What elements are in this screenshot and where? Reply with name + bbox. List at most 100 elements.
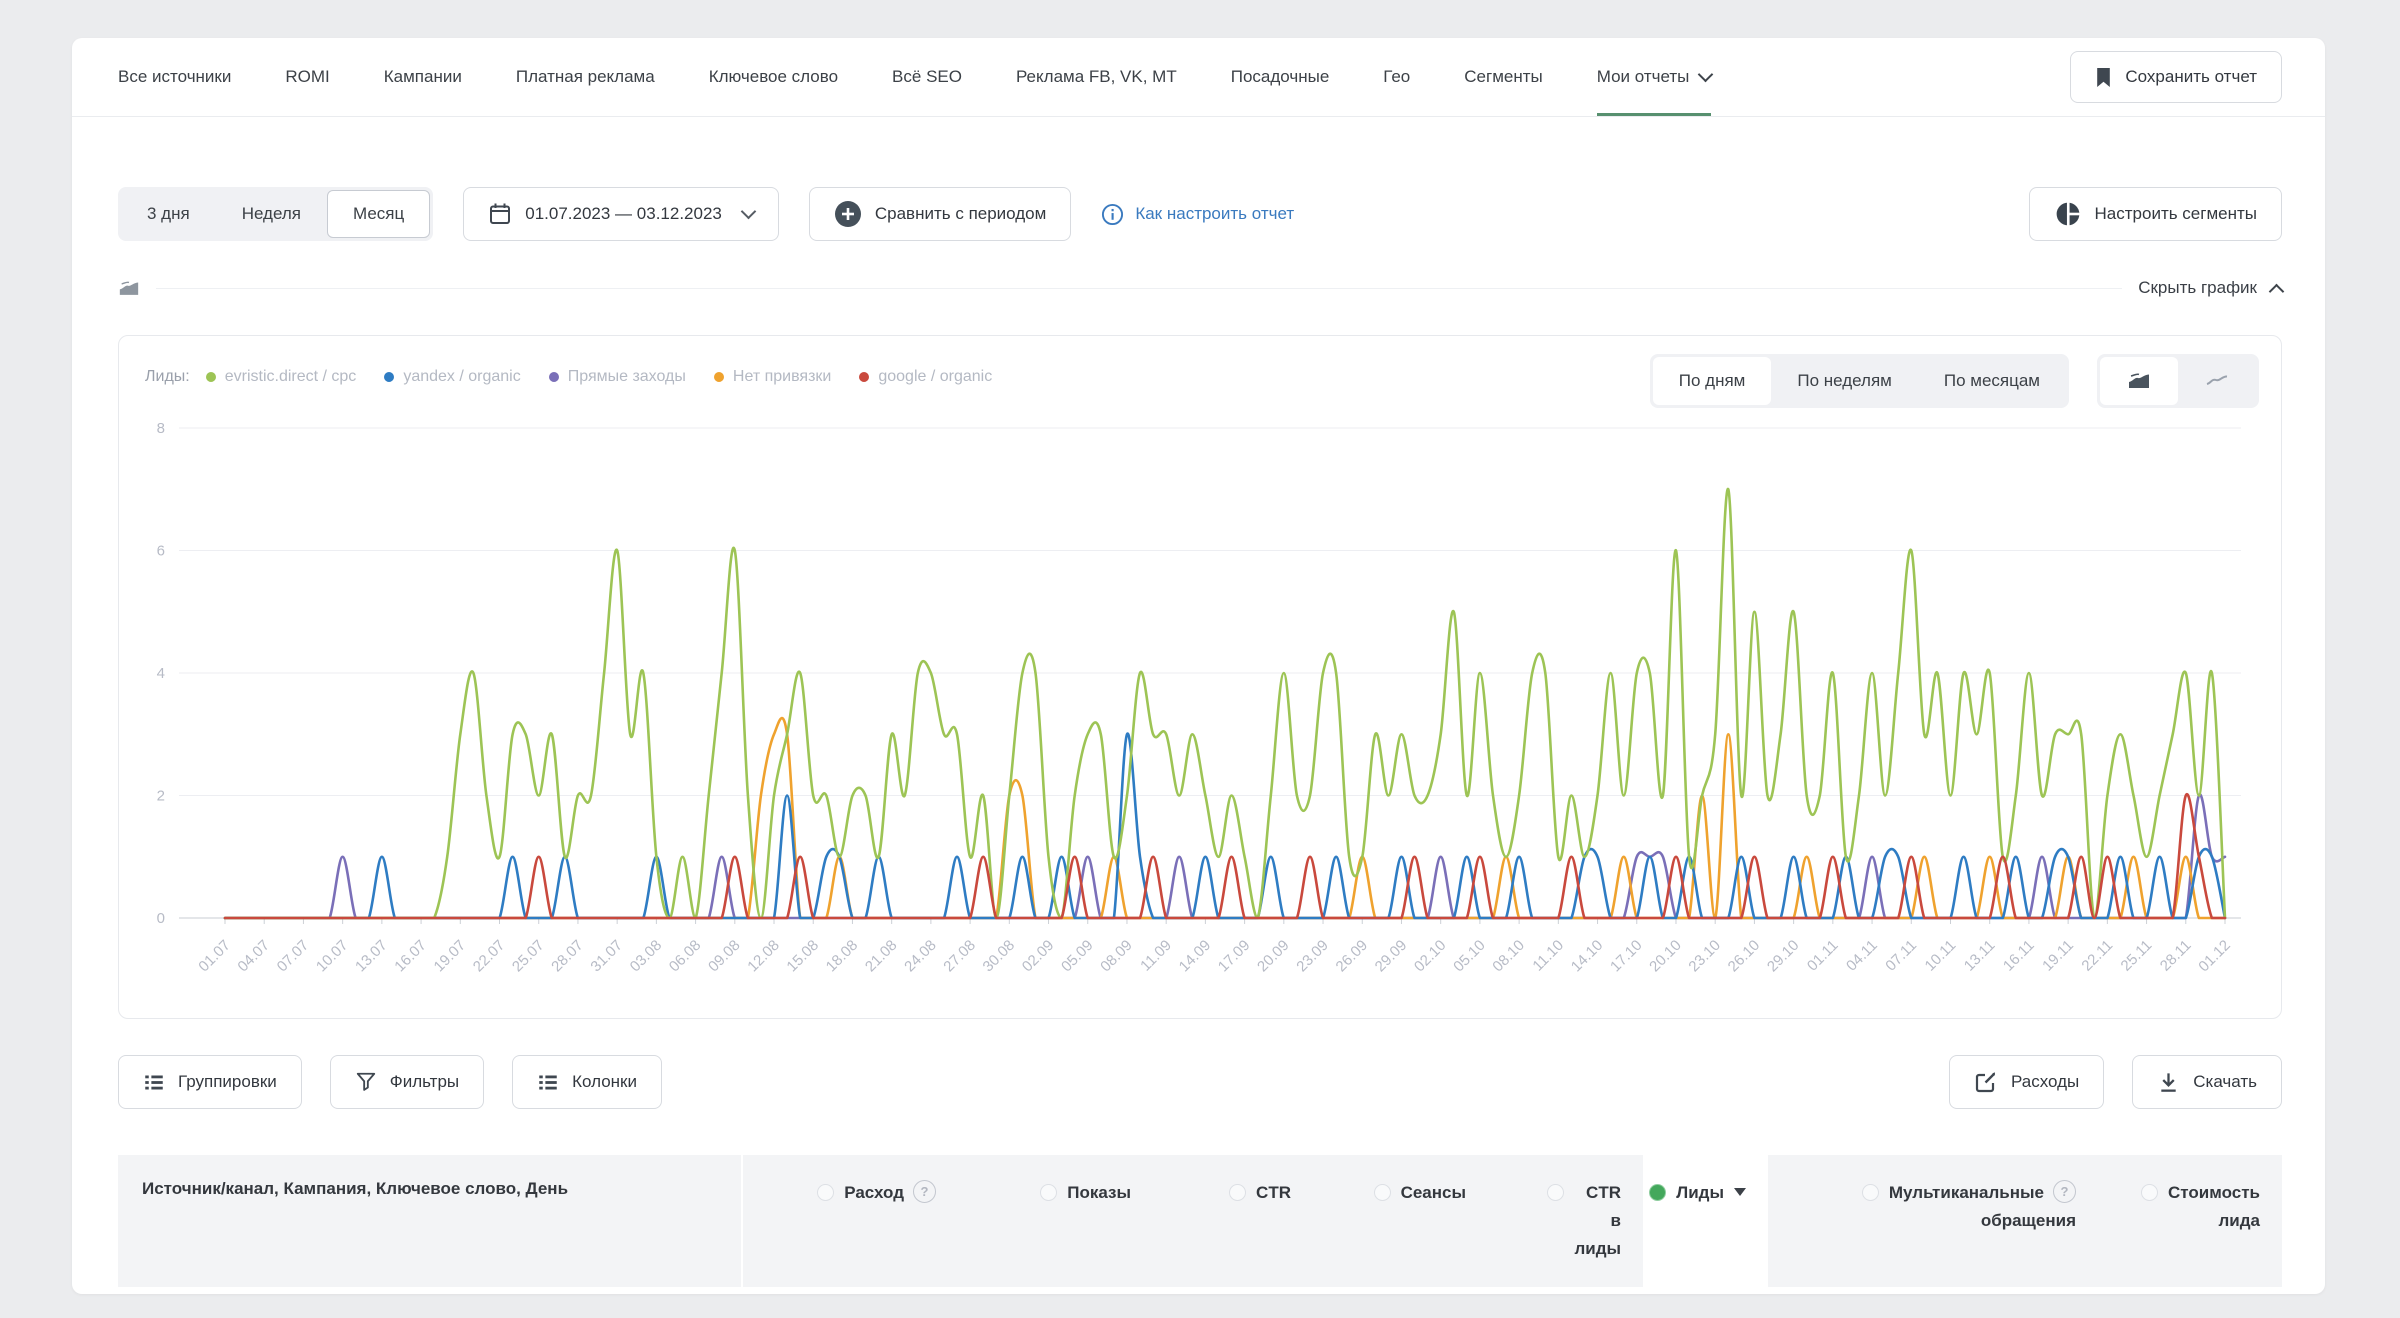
granularity-option-По месяцам[interactable]: По месяцам (1918, 357, 2066, 405)
column-header-Стоимость лида[interactable]: Стоимостьлида (2098, 1155, 2282, 1287)
column-header-dimensions[interactable]: Источник/канал, Кампания, Ключевое слово… (118, 1155, 743, 1287)
svg-text:10.07: 10.07 (313, 937, 352, 976)
svg-text:02.09: 02.09 (1019, 937, 1058, 976)
svg-text:17.10: 17.10 (1607, 937, 1646, 976)
hide-chart-link[interactable]: Скрыть график (2138, 278, 2282, 298)
nav-tabs: Все источники ROMI Кампании Платная реклама… (118, 38, 1711, 116)
tab-label: Ключевое слово (709, 67, 838, 87)
granularity-option-По дням[interactable]: По дням (1653, 357, 1772, 405)
period-option-Месяц[interactable]: Месяц (327, 190, 430, 238)
tab-Ключевое слово[interactable]: Ключевое слово (709, 38, 838, 116)
legend-item[interactable]: evristic.direct / cpc (206, 368, 357, 386)
legend-item[interactable]: Нет привязки (714, 368, 831, 386)
svg-text:20.10: 20.10 (1646, 937, 1685, 976)
groupings-button[interactable]: Группировки (118, 1055, 302, 1109)
caret-down-icon[interactable] (1734, 1188, 1746, 1196)
column-header-CTR в лиды[interactable]: CTRвлиды (1488, 1155, 1643, 1287)
radio-icon[interactable] (1547, 1184, 1564, 1201)
tab-ROMI[interactable]: ROMI (285, 38, 329, 116)
svg-text:30.08: 30.08 (980, 937, 1019, 976)
radio-icon[interactable] (1374, 1184, 1391, 1201)
hide-chart-label: Скрыть график (2138, 278, 2257, 298)
column-header-CTR[interactable]: CTR (1153, 1155, 1313, 1287)
tab-Гео[interactable]: Гео (1383, 38, 1410, 116)
column-header-Показы[interactable]: Показы (958, 1155, 1153, 1287)
tab-Всё SEO[interactable]: Всё SEO (892, 38, 962, 116)
date-range-button[interactable]: 01.07.2023 — 03.12.2023 (463, 187, 779, 241)
tab-label: Все источники (118, 67, 231, 87)
svg-text:08.10: 08.10 (1489, 937, 1528, 976)
legend-item-label: evristic.direct / cpc (225, 368, 357, 386)
chart-type-toggle (2097, 354, 2259, 408)
download-button[interactable]: Скачать (2132, 1055, 2282, 1109)
list-icon (143, 1072, 165, 1093)
radio-selected-icon[interactable] (1649, 1184, 1666, 1201)
tab-label: Платная реклама (516, 67, 655, 87)
tab-Сегменты[interactable]: Сегменты (1464, 38, 1542, 116)
column-header-Сеансы[interactable]: Сеансы (1313, 1155, 1488, 1287)
svg-text:04.07: 04.07 (234, 937, 273, 976)
legend-dot (549, 372, 559, 382)
radio-icon[interactable] (1040, 1184, 1057, 1201)
how-to-configure-link[interactable]: Как настроить отчет (1101, 203, 1294, 226)
svg-text:21.08: 21.08 (862, 937, 901, 976)
column-header-line: обращения (1889, 1207, 2076, 1235)
tab-label: Реклама FB, VK, MT (1016, 67, 1177, 87)
chart-type-area-option[interactable] (2100, 357, 2178, 405)
legend-dot (714, 372, 724, 382)
area-chart-icon (118, 280, 140, 297)
tab-Платная реклама[interactable]: Платная реклама (516, 38, 655, 116)
svg-text:8: 8 (157, 420, 165, 437)
svg-text:25.07: 25.07 (509, 937, 548, 976)
svg-text:23.09: 23.09 (1293, 937, 1332, 976)
svg-text:13.07: 13.07 (352, 937, 391, 976)
radio-icon[interactable] (1229, 1184, 1246, 1201)
radio-icon[interactable] (817, 1184, 834, 1201)
funnel-icon (355, 1071, 377, 1093)
columns-button[interactable]: Колонки (512, 1055, 662, 1109)
period-option-Неделя[interactable]: Неделя (216, 190, 327, 238)
tab-Все источники[interactable]: Все источники (118, 38, 231, 116)
tab-Реклама FB, VK, MT[interactable]: Реклама FB, VK, MT (1016, 38, 1177, 116)
radio-icon[interactable] (2141, 1184, 2158, 1201)
legend-item[interactable]: google / organic (859, 368, 992, 386)
tab-Мои отчеты[interactable]: Мои отчеты (1597, 38, 1712, 116)
chart-type-line-option[interactable] (2178, 357, 2256, 405)
date-range-value: 01.07.2023 — 03.12.2023 (525, 204, 722, 224)
svg-text:14.10: 14.10 (1568, 937, 1607, 976)
tab-Кампании[interactable]: Кампании (384, 38, 462, 116)
period-option-3 дня[interactable]: 3 дня (121, 190, 216, 238)
column-header-Расход[interactable]: Расход? (743, 1155, 958, 1287)
download-icon (2157, 1071, 2180, 1094)
column-header-Мультиканальные обращения[interactable]: Мультиканальные?обращения (1768, 1155, 2098, 1287)
svg-text:26.09: 26.09 (1333, 937, 1372, 976)
save-report-button[interactable]: Сохранить отчет (2070, 51, 2282, 103)
question-icon[interactable]: ? (2053, 1180, 2076, 1203)
radio-icon[interactable] (1862, 1184, 1879, 1201)
legend-item-label: google / organic (878, 368, 992, 386)
legend-dot (859, 372, 869, 382)
svg-text:12.08: 12.08 (744, 937, 783, 976)
svg-text:05.10: 05.10 (1450, 937, 1489, 976)
svg-text:0: 0 (157, 910, 165, 927)
question-icon[interactable]: ? (913, 1180, 936, 1203)
expenses-button[interactable]: Расходы (1949, 1055, 2104, 1109)
tab-Посадочные[interactable]: Посадочные (1231, 38, 1330, 116)
svg-text:07.07: 07.07 (274, 937, 313, 976)
filters-button[interactable]: Фильтры (330, 1055, 484, 1109)
svg-text:11.09: 11.09 (1137, 937, 1175, 975)
legend-item[interactable]: yandex / organic (384, 368, 520, 386)
series-Нет привязки (225, 718, 2225, 918)
metrics-row: Расход?ПоказыCTRСеансыCTRвлидыЛидыМульти… (743, 1155, 2282, 1287)
legend-item[interactable]: Прямые заходы (549, 368, 686, 386)
download-label: Скачать (2193, 1072, 2257, 1092)
column-header-label: Мультиканальные?обращения (1889, 1179, 2076, 1235)
column-header-Лиды[interactable]: Лиды (1643, 1155, 1768, 1287)
compare-period-button[interactable]: Сравнить с периодом (809, 187, 1071, 241)
legend-title: Лиды: (145, 368, 190, 386)
configure-segments-button[interactable]: Настроить сегменты (2029, 187, 2282, 241)
granularity-option-По неделям[interactable]: По неделям (1771, 357, 1918, 405)
chart-collapse-row: Скрыть график (118, 278, 2282, 298)
tab-label: Кампании (384, 67, 462, 87)
series-evristic.direct / cpc (225, 489, 2225, 918)
